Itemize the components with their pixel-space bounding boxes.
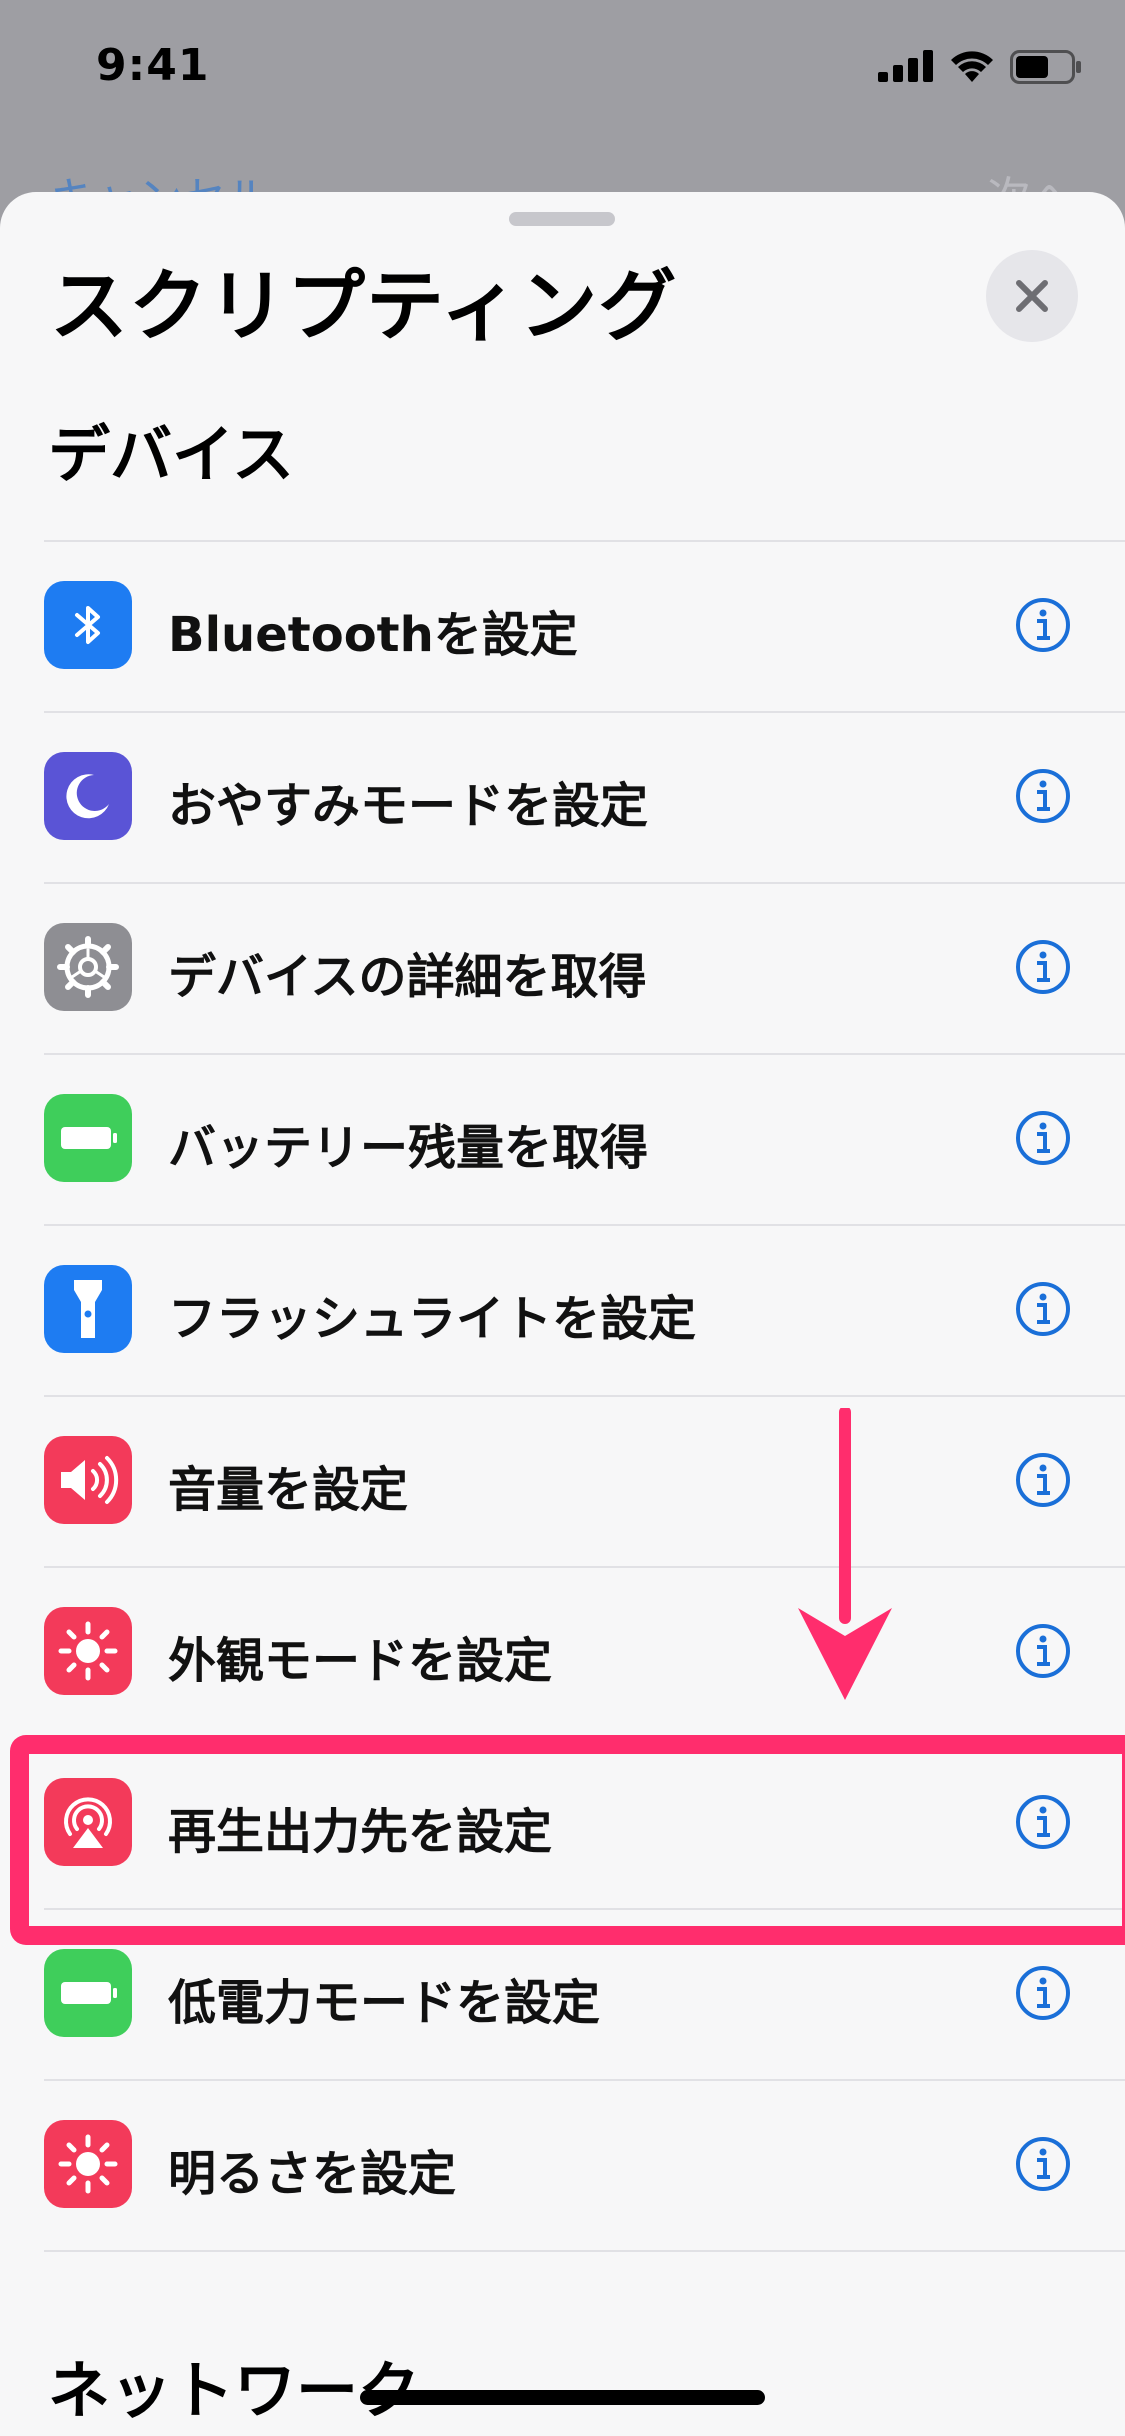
info-icon[interactable]	[1015, 939, 1071, 995]
moon-icon	[44, 752, 132, 840]
row-separator	[44, 1908, 1125, 1910]
row-separator	[44, 711, 1125, 713]
action-label: 低電力モードを設定	[168, 1975, 601, 2031]
speaker-icon	[44, 1436, 132, 1524]
bluetooth-icon	[44, 581, 132, 669]
info-icon[interactable]	[1015, 1281, 1071, 1337]
close-icon	[1016, 280, 1048, 312]
battery-status-icon	[1010, 50, 1081, 84]
row-separator	[44, 1224, 1125, 1226]
row-separator	[44, 882, 1125, 884]
info-icon[interactable]	[1015, 1623, 1071, 1679]
wifi-icon	[951, 51, 993, 82]
action-row-flashlight[interactable]: フラッシュライトを設定	[0, 1224, 1125, 1395]
row-separator	[44, 2079, 1125, 2081]
flashlight-icon	[44, 1265, 132, 1353]
row-separator	[44, 1395, 1125, 1397]
action-label: Bluetoothを設定	[168, 607, 578, 663]
row-separator	[44, 1737, 1125, 1739]
action-label: デバイスの詳細を取得	[168, 949, 647, 1005]
section-title-network: ネットワーク	[48, 2354, 421, 2427]
close-button[interactable]	[986, 250, 1078, 342]
info-icon[interactable]	[1015, 1110, 1071, 1166]
airplay-audio-icon	[44, 1778, 132, 1866]
down-arrow-icon	[798, 1408, 892, 1700]
action-label: フラッシュライトを設定	[168, 1291, 697, 1347]
row-separator	[44, 1053, 1125, 1055]
action-row-battery-level[interactable]: バッテリー残量を取得	[0, 1053, 1125, 1224]
action-row-brightness[interactable]: 明るさを設定	[0, 2079, 1125, 2250]
action-row-bluetooth[interactable]: Bluetoothを設定	[0, 540, 1125, 711]
action-label: おやすみモードを設定	[168, 778, 649, 834]
status-time: 9:41	[96, 40, 210, 91]
home-indicator[interactable]	[360, 2390, 765, 2405]
section-title-devices: デバイス	[48, 418, 295, 491]
row-separator	[44, 540, 1125, 542]
gear-icon	[44, 923, 132, 1011]
action-row-device-details[interactable]: デバイスの詳細を取得	[0, 882, 1125, 1053]
sun-icon	[44, 2120, 132, 2208]
sheet-title: スクリプティング	[50, 262, 678, 352]
action-label: 音量を設定	[168, 1462, 409, 1518]
action-label: 再生出力先を設定	[168, 1804, 553, 1860]
action-label: バッテリー残量を取得	[168, 1120, 649, 1176]
row-separator	[44, 2250, 1125, 2252]
cellular-signal-icon	[878, 50, 933, 82]
action-label: 明るさを設定	[168, 2146, 457, 2202]
sun-icon	[44, 1607, 132, 1695]
row-separator	[44, 1566, 1125, 1568]
info-icon[interactable]	[1015, 1452, 1071, 1508]
status-bar: 9:41	[0, 0, 1125, 140]
info-icon[interactable]	[1015, 1794, 1071, 1850]
info-icon[interactable]	[1015, 597, 1071, 653]
info-icon[interactable]	[1015, 768, 1071, 824]
action-row-appearance[interactable]: 外観モードを設定	[0, 1566, 1125, 1737]
action-row-low-power-mode[interactable]: 低電力モードを設定	[0, 1908, 1125, 2079]
action-row-do-not-disturb[interactable]: おやすみモードを設定	[0, 711, 1125, 882]
sheet-grabber[interactable]	[509, 212, 615, 226]
battery-icon	[44, 1094, 132, 1182]
action-row-volume[interactable]: 音量を設定	[0, 1395, 1125, 1566]
info-icon[interactable]	[1015, 2136, 1071, 2192]
scripting-sheet: スクリプティング デバイス Bluetoothを設定 おやすみモードを設定 デバ…	[0, 192, 1125, 2436]
action-row-playback-destination[interactable]: 再生出力先を設定	[0, 1737, 1125, 1908]
battery-icon	[44, 1949, 132, 2037]
info-icon[interactable]	[1015, 1965, 1071, 2021]
action-label: 外観モードを設定	[168, 1633, 553, 1689]
